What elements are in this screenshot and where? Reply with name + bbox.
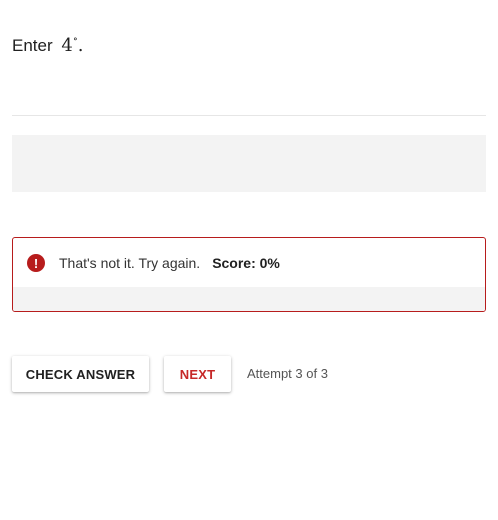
degree-symbol: ∘ [72,34,78,45]
question-math: 4∘. [61,34,84,56]
next-button[interactable]: NEXT [164,356,231,392]
divider [12,115,486,116]
check-answer-button[interactable]: CHECK ANSWER [12,356,149,392]
feedback-panel: ! That's not it. Try again. Score: 0% [12,237,486,312]
question-prefix: Enter [12,36,53,55]
score-label: Score: 0% [212,255,280,271]
attempt-counter: Attempt 3 of 3 [247,366,328,381]
feedback-footer [13,287,485,311]
alert-circle-icon: ! [27,254,45,272]
question-value: 4 [61,35,73,56]
question-suffix: . [77,35,84,56]
question-prompt: Enter 4∘. [12,30,83,58]
feedback-message: That's not it. Try again. [59,255,201,271]
answer-input[interactable] [12,135,486,192]
feedback-row: ! That's not it. Try again. Score: 0% [13,238,485,288]
